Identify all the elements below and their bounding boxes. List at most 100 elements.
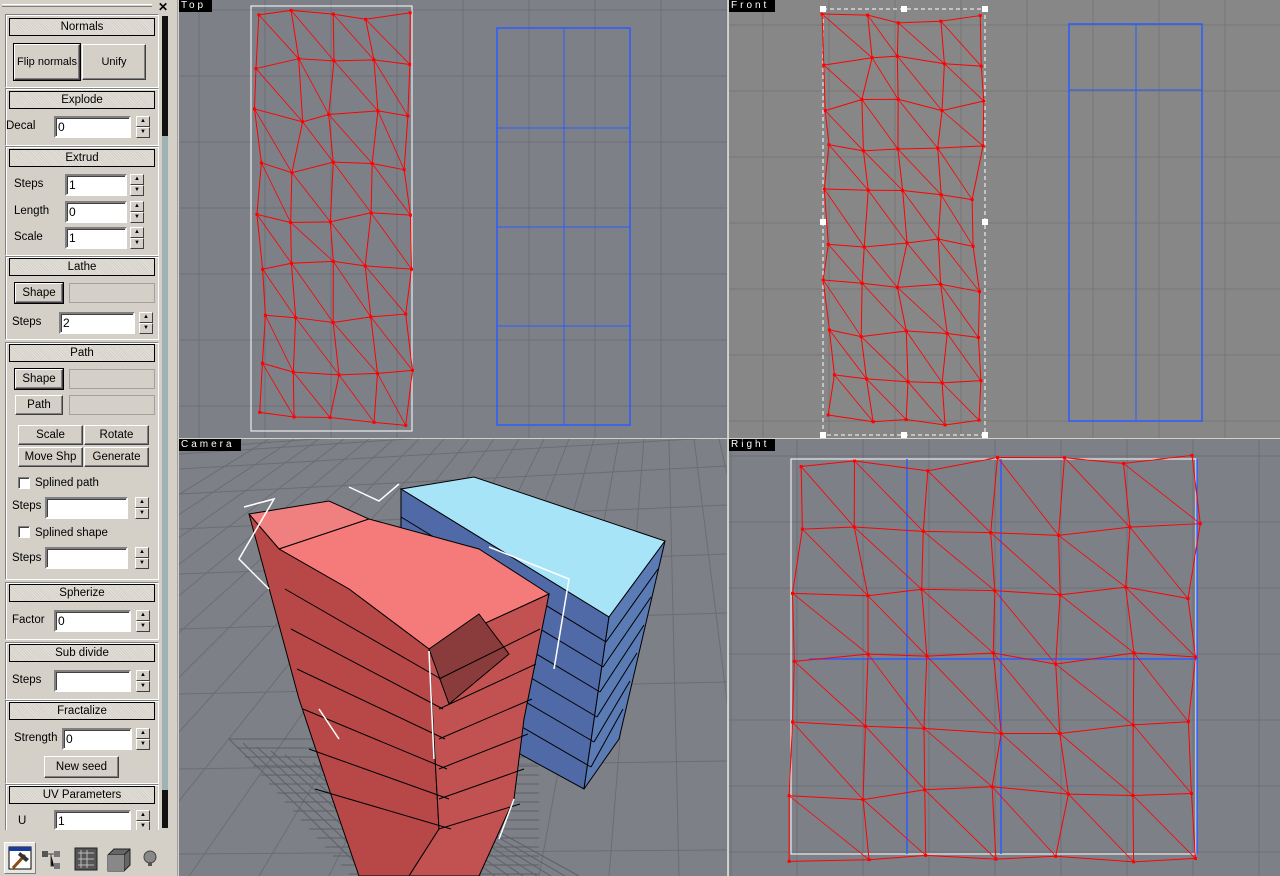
extrude-steps-spinner[interactable]: ▲ ▼ xyxy=(130,174,144,196)
spherize-header[interactable]: Spherize xyxy=(9,584,155,602)
mesh-edge xyxy=(822,13,981,24)
splined-path-steps-input[interactable] xyxy=(45,497,128,519)
mesh-edge xyxy=(291,263,334,323)
camera-view-canvas[interactable] xyxy=(179,439,728,876)
mesh-vertex xyxy=(1131,723,1135,727)
scrollbar-thumb[interactable] xyxy=(162,16,168,136)
mesh-vertex xyxy=(979,379,983,383)
lathe-steps-spinner[interactable]: ▲ ▼ xyxy=(139,312,153,334)
lathe-header[interactable]: Lathe xyxy=(9,258,155,276)
move-shape-button[interactable]: Move Shp xyxy=(18,447,83,467)
explode-header[interactable]: Explode xyxy=(9,91,155,109)
lathe-steps-input[interactable]: 2 xyxy=(59,312,135,334)
lathe-shape-button[interactable]: Shape xyxy=(14,282,64,304)
mesh-vertex xyxy=(263,313,267,317)
mesh-vertex xyxy=(820,12,824,16)
texture-icon[interactable] xyxy=(72,845,100,873)
path-shape-field xyxy=(69,369,155,389)
path-header[interactable]: Path xyxy=(9,344,155,362)
decal-spinner[interactable]: ▲ ▼ xyxy=(136,116,150,138)
mesh-vertex xyxy=(402,168,406,172)
mesh-edge xyxy=(907,381,946,426)
mesh-vertex xyxy=(800,527,804,531)
path-button[interactable]: Path xyxy=(15,395,63,415)
mesh-vertex xyxy=(787,859,791,863)
strength-spinner[interactable]: ▲ ▼ xyxy=(136,728,150,750)
strength-input[interactable]: 0 xyxy=(62,728,132,750)
light-icon[interactable] xyxy=(138,845,166,873)
splined-shape-checkbox[interactable] xyxy=(18,526,30,538)
extrude-length-spinner[interactable]: ▲ ▼ xyxy=(130,201,144,223)
path-shape-button[interactable]: Shape xyxy=(14,368,64,390)
splined-shape-steps-spinner[interactable]: ▲ ▼ xyxy=(135,547,149,569)
mesh-vertex xyxy=(861,149,865,153)
mesh-vertex xyxy=(945,331,949,335)
mesh-edge xyxy=(800,466,855,528)
splined-path-checkbox[interactable] xyxy=(18,477,30,489)
mesh-vertex xyxy=(254,67,258,71)
mesh-vertex xyxy=(1062,456,1066,460)
mesh-vertex xyxy=(410,267,414,271)
mesh-vertex xyxy=(257,13,261,17)
subdivide-header[interactable]: Sub divide xyxy=(9,644,155,662)
fractalize-header[interactable]: Fractalize xyxy=(9,702,155,720)
new-seed-button[interactable]: New seed xyxy=(44,756,119,778)
mesh-vertex xyxy=(252,107,256,111)
mesh-edge xyxy=(924,789,997,860)
extrude-length-input[interactable]: 0 xyxy=(65,201,127,223)
viewport-right[interactable]: Right xyxy=(729,439,1280,876)
splined-path-steps-spinner[interactable]: ▲ ▼ xyxy=(135,497,149,519)
mesh-vertex xyxy=(860,98,864,102)
scrollbar-end xyxy=(162,790,168,828)
viewport-top[interactable]: Top xyxy=(179,0,728,438)
mesh-edge xyxy=(377,373,407,426)
viewport-front[interactable]: Front xyxy=(729,0,1280,438)
uv-header[interactable]: UV Parameters xyxy=(9,786,155,804)
mesh-vertex xyxy=(406,114,410,118)
mesh-vertex xyxy=(1194,655,1198,659)
mesh-vertex xyxy=(1131,793,1135,797)
extrude-header[interactable]: Extrud xyxy=(9,149,155,167)
close-icon[interactable]: ✕ xyxy=(158,0,168,14)
mesh-edge xyxy=(1123,463,1135,862)
path-rotate-button[interactable]: Rotate xyxy=(84,425,149,445)
u-input[interactable]: 1 xyxy=(54,810,131,830)
mesh-edge xyxy=(971,15,985,421)
edit-tool-icon[interactable] xyxy=(4,842,36,874)
mesh-vertex xyxy=(901,189,905,193)
lathe-shape-field xyxy=(69,283,155,303)
mesh-vertex xyxy=(822,187,826,191)
subdivide-steps-input[interactable] xyxy=(54,670,131,692)
extrude-steps-input[interactable]: 1 xyxy=(65,174,127,196)
cube-icon[interactable] xyxy=(104,845,132,873)
mesh-edge xyxy=(867,189,908,244)
mesh-edge xyxy=(789,786,1192,801)
factor-input[interactable]: 0 xyxy=(54,610,131,632)
flip-normals-button[interactable]: Flip normals xyxy=(13,43,81,81)
viewport-camera[interactable]: Camera xyxy=(179,439,728,876)
mesh-edge xyxy=(896,22,909,420)
splined-shape-steps-input[interactable] xyxy=(45,547,128,569)
panel-grip[interactable] xyxy=(2,4,152,7)
decal-input[interactable]: 0 xyxy=(54,116,131,138)
factor-spinner[interactable]: ▲ ▼ xyxy=(136,610,150,632)
hierarchy-icon[interactable] xyxy=(40,845,68,873)
generate-button[interactable]: Generate xyxy=(84,447,149,467)
mesh-edge xyxy=(373,59,409,117)
mesh-vertex xyxy=(996,455,1000,459)
right-view-canvas[interactable] xyxy=(729,439,1280,876)
subdivide-steps-spinner[interactable]: ▲ ▼ xyxy=(136,670,150,692)
mesh-vertex xyxy=(936,146,940,150)
front-view-canvas[interactable] xyxy=(729,0,1280,438)
mesh-edge xyxy=(328,114,373,164)
extrude-scale-input[interactable]: 1 xyxy=(65,227,127,249)
unify-normals-button[interactable]: Unify normals xyxy=(82,44,146,102)
mesh-edge xyxy=(823,55,982,67)
path-scale-button[interactable]: Scale xyxy=(18,425,83,445)
u-spinner[interactable]: ▲ ▼ xyxy=(136,810,150,830)
extrude-scale-spinner[interactable]: ▲ ▼ xyxy=(130,227,144,249)
scrollbar[interactable] xyxy=(162,16,168,828)
mesh-vertex xyxy=(375,371,379,375)
normals-header[interactable]: Normals xyxy=(9,18,155,36)
top-view-canvas[interactable] xyxy=(179,0,728,438)
